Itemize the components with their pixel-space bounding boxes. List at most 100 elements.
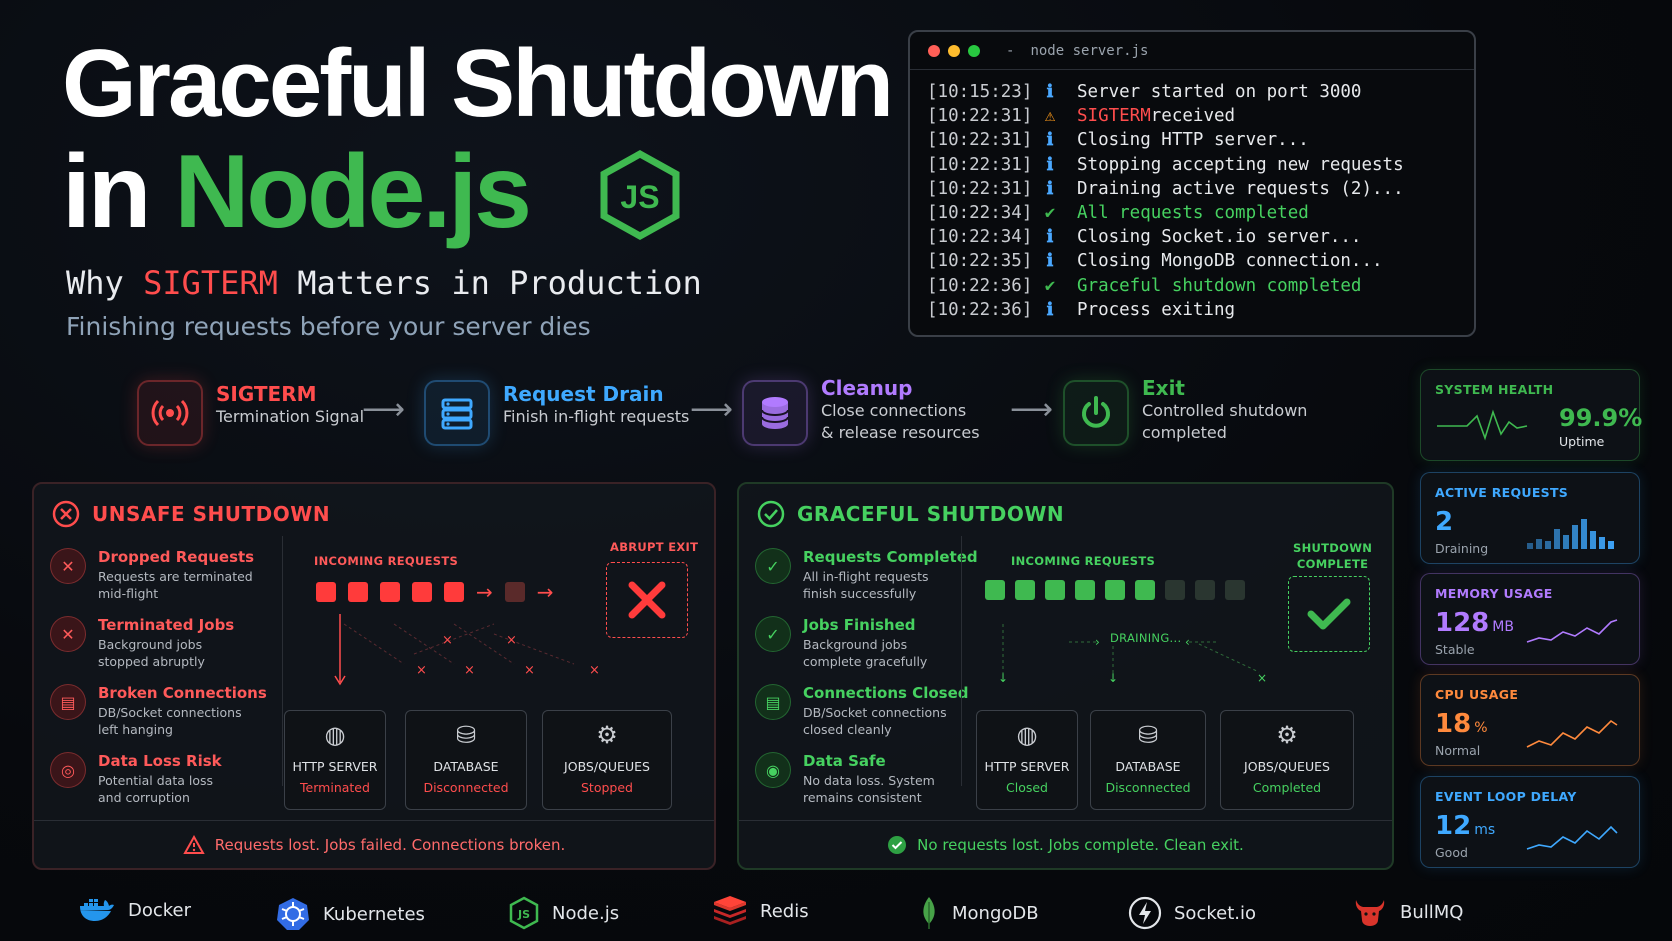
- log-text: Draining active requests (2)...: [1077, 178, 1404, 199]
- terminal-command: node server.js: [1030, 42, 1149, 59]
- log-text: Stopping accepting new requests: [1077, 154, 1404, 175]
- timestamp: [10:22:36]: [927, 299, 1033, 320]
- request-queue: [985, 580, 1245, 600]
- database-icon: ⛁: [1137, 721, 1159, 749]
- arrow-right-icon: →: [476, 580, 493, 604]
- metric-unit: %: [1474, 720, 1488, 736]
- flow-step-title: Request Drain: [503, 382, 664, 406]
- svg-text:×: ×: [416, 663, 427, 678]
- unsafe-heading-text: UNSAFE SHUTDOWN: [92, 502, 331, 526]
- feature-item: ✕ Terminated Jobs Background jobs stopped a…: [50, 616, 234, 670]
- broadcast-icon: [137, 380, 203, 446]
- connection-closed-icon: ▤: [755, 684, 791, 720]
- power-icon: [1063, 380, 1129, 446]
- info-icon: ℹ: [1046, 227, 1054, 248]
- socketio-bolt-icon: [1128, 896, 1162, 930]
- tech-logo: Redis: [712, 896, 809, 926]
- request-block: [348, 582, 368, 602]
- database-icon: ⛁: [455, 721, 477, 749]
- service-name: JOBS/QUEUES: [1244, 759, 1330, 774]
- arrow-right-icon: ⟶: [690, 392, 734, 427]
- service-status: Disconnected: [423, 780, 509, 795]
- service-name: HTTP SERVER: [984, 759, 1070, 774]
- svg-text:×: ×: [442, 633, 453, 648]
- feature-text: Requests Completed All in-flight requests…: [803, 548, 978, 602]
- request-block: [1195, 580, 1215, 600]
- subtitle-prefix: Why: [66, 264, 144, 302]
- request-block: [1105, 580, 1125, 600]
- info-icon: ℹ: [1046, 251, 1054, 272]
- bullmq-bull-icon: [1352, 896, 1388, 928]
- feature-desc: Background jobs stopped abruptly: [98, 636, 234, 670]
- feature-item: ▤ Broken Connections DB/Socket connections…: [50, 684, 267, 738]
- metric-number: 18: [1435, 709, 1472, 739]
- flow-step-desc: Termination Signal: [216, 407, 365, 426]
- metric-card: ACTIVE REQUESTS 2 Draining: [1420, 472, 1640, 564]
- tech-logo: Docker: [78, 896, 191, 924]
- feature-title: Connections Closed: [803, 684, 969, 702]
- metric-card: MEMORY USAGE 128 MB Stable: [1420, 573, 1640, 665]
- js-logo-text: JS: [620, 179, 659, 215]
- divider: [961, 536, 962, 786]
- gear-icon: ⚙: [1276, 721, 1298, 749]
- tech-logo-label: Redis: [760, 900, 809, 922]
- service-card: ⚙ JOBS/QUEUES Stopped: [542, 710, 672, 810]
- feature-desc-line: Potential data loss: [98, 773, 214, 788]
- feature-desc: All in-flight requests finish successfull…: [803, 568, 978, 602]
- terminal-line: [10:22:34] ✔ All requests completed: [927, 201, 1474, 225]
- subtitle-accent: SIGTERM: [143, 264, 278, 302]
- terminal-line: [10:22:36] ℹ Process exiting: [927, 298, 1474, 322]
- flow-step-desc: completed: [1142, 423, 1227, 442]
- main-title-line2: in Node.js: [62, 140, 532, 244]
- terminal-titlebar: - node server.js: [910, 32, 1474, 70]
- terminal-line: [10:22:34] ℹ Closing Socket.io server...: [927, 225, 1474, 249]
- feature-item: ▤ Connections Closed DB/Socket connections…: [755, 684, 968, 738]
- timestamp: [10:22:31]: [927, 178, 1033, 199]
- draining-connections-lines: › ‹ ↓ ↓ ×: [999, 624, 1267, 684]
- feature-item: ✓ Jobs Finished Background jobs complete gr…: [755, 616, 927, 670]
- feature-text: Data Safe No data loss. System remains con…: [803, 752, 935, 806]
- list-icon: [424, 380, 490, 446]
- tagline: Finishing requests before your server di…: [66, 312, 591, 341]
- log-highlight: SIGTERM: [1077, 106, 1151, 127]
- terminal-line: [10:22:31] ℹ Closing HTTP server...: [927, 128, 1474, 152]
- graceful-footer-text: No requests lost. Jobs complete. Clean e…: [917, 835, 1244, 854]
- terminal-line: [10:22:31] ⚠ SIGTERM received: [927, 104, 1474, 128]
- globe-icon: ◍: [1016, 721, 1038, 749]
- flow-step-title: Exit: [1142, 376, 1185, 400]
- feature-desc-line: mid-flight: [98, 586, 159, 601]
- feature-item: ✕ Dropped Requests Requests are terminated…: [50, 548, 254, 602]
- arrow-right-icon: ⟶: [362, 392, 406, 427]
- request-block: [504, 582, 525, 602]
- tech-logo: Socket.io: [1128, 896, 1256, 930]
- check-mark-icon: [1307, 598, 1351, 630]
- close-dot-icon[interactable]: [928, 44, 940, 57]
- complete-label-line2: COMPLETE: [1296, 557, 1369, 571]
- request-block: [1135, 580, 1155, 600]
- graceful-heading-text: GRACEFUL SHUTDOWN: [797, 502, 1065, 526]
- minimize-dot-icon[interactable]: [948, 44, 960, 57]
- log-text: Process exiting: [1077, 299, 1236, 320]
- metric-unit: MB: [1492, 619, 1514, 635]
- check-badge-icon: ✔: [1044, 275, 1056, 296]
- svg-text:×: ×: [524, 663, 535, 678]
- log-highlight: All requests completed: [1077, 203, 1309, 224]
- feature-desc-line: DB/Socket connections: [803, 705, 947, 720]
- terminal-output: [10:15:23] ℹ Server started on port 3000 [1…: [910, 70, 1474, 322]
- metric-sub: Stable: [1435, 642, 1475, 657]
- feature-desc-line: remains consistent: [803, 790, 922, 805]
- unsafe-footer-text: Requests lost. Jobs failed. Connections …: [214, 835, 566, 854]
- svg-text:JS: JS: [517, 908, 530, 921]
- feature-text: Broken Connections DB/Socket connections l…: [98, 684, 267, 738]
- metric-card: EVENT LOOP DELAY 12 ms Good: [1420, 776, 1640, 868]
- graceful-footer: No requests lost. Jobs complete. Clean e…: [739, 820, 1392, 868]
- docker-whale-icon: [78, 896, 116, 924]
- feature-desc-line: complete gracefully: [803, 654, 928, 669]
- timestamp: [10:22:36]: [927, 275, 1033, 296]
- broken-connections-lines: × × × × × ×: [334, 614, 600, 686]
- service-name: DATABASE: [433, 759, 499, 774]
- request-block: [1045, 580, 1065, 600]
- svg-text:↓: ↓: [999, 671, 1008, 684]
- maximize-dot-icon[interactable]: [968, 44, 980, 57]
- service-card: ◍ HTTP SERVER Terminated: [284, 710, 386, 810]
